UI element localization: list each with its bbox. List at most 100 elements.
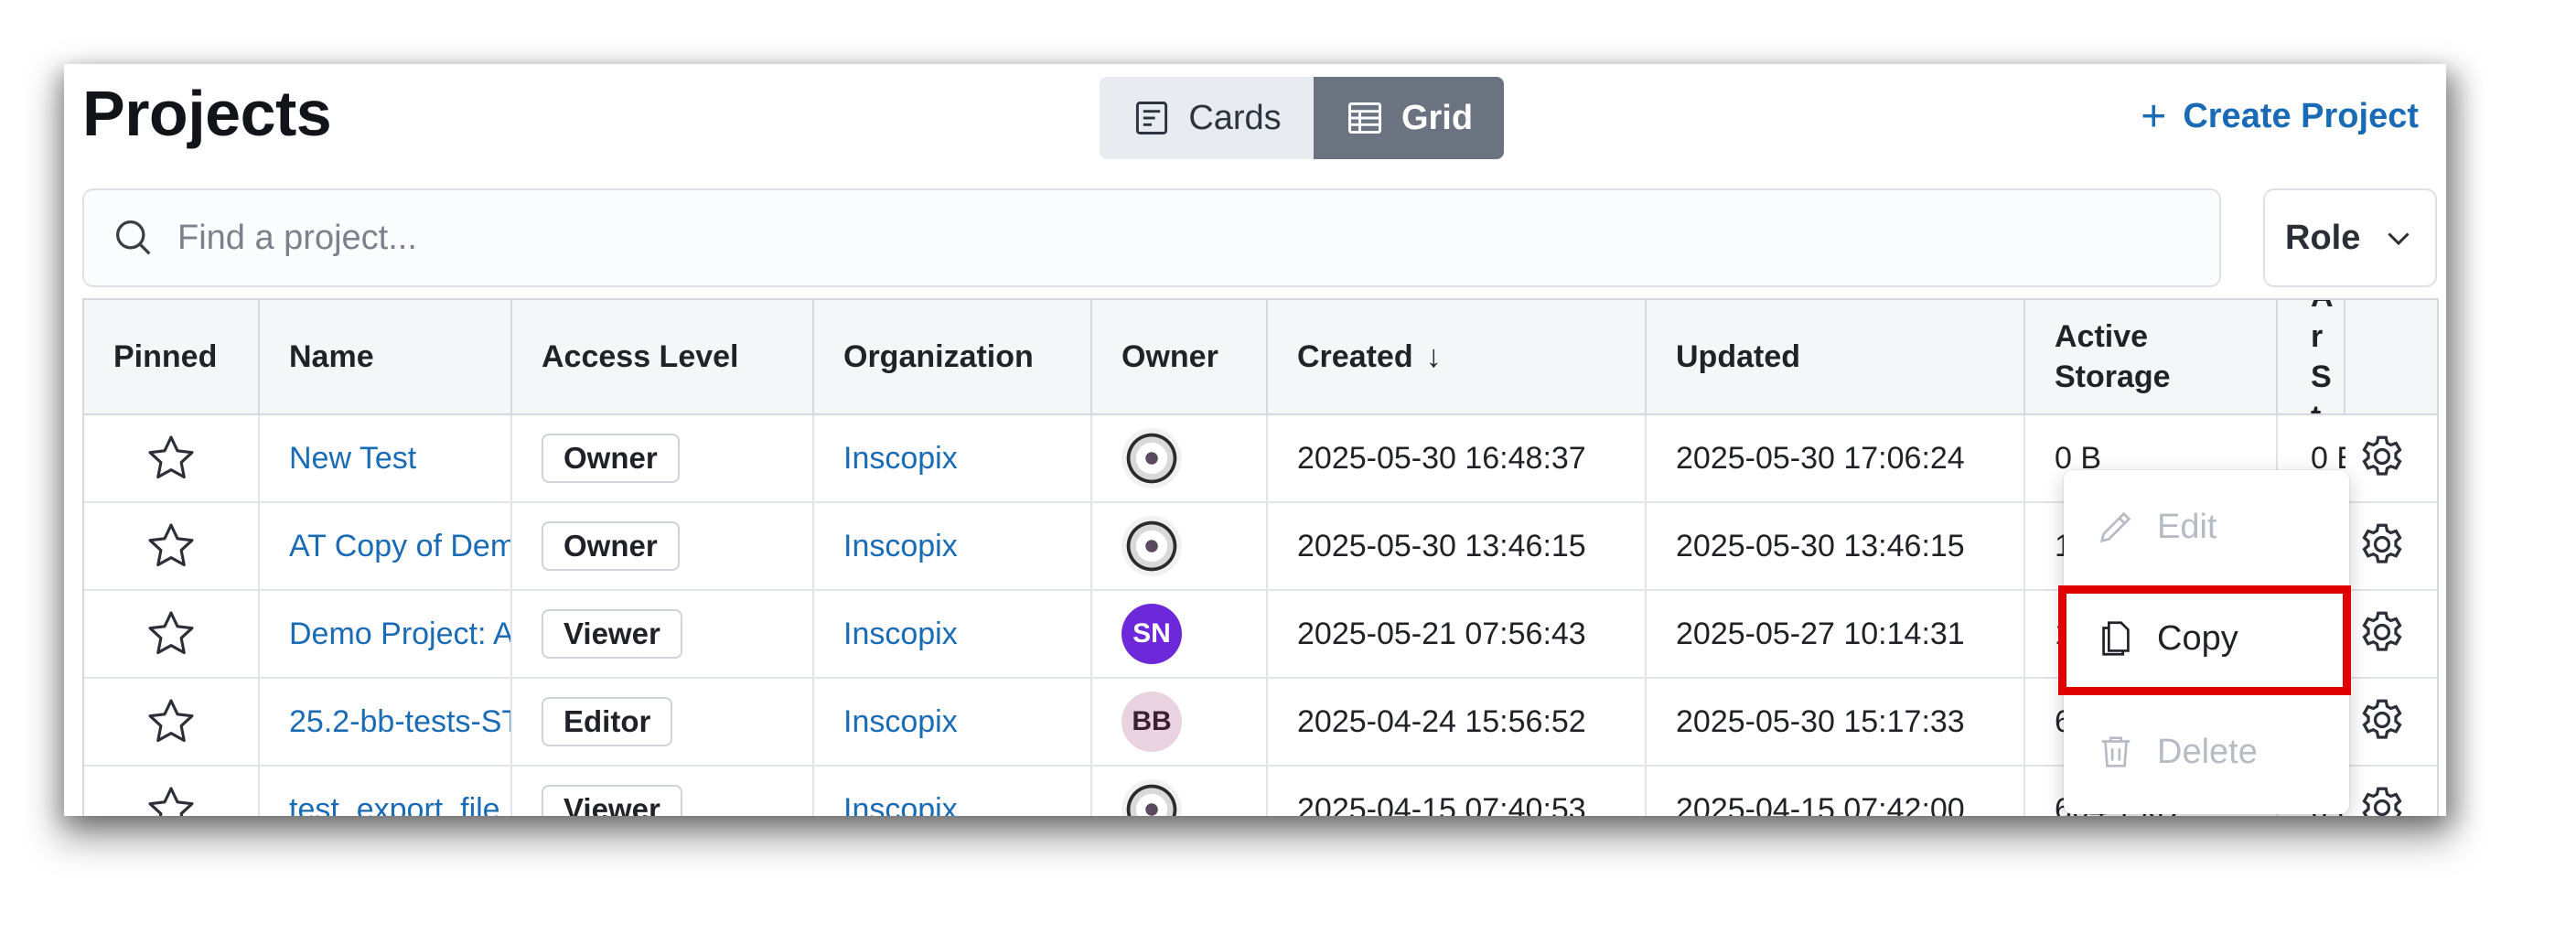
access-level-cell: Editor <box>512 679 814 765</box>
copy-highlight-box <box>2058 585 2351 695</box>
create-project-button[interactable]: + Create Project <box>2141 91 2419 141</box>
project-name-link[interactable]: test_export_file <box>289 792 500 817</box>
column-header-name[interactable]: Name <box>260 300 512 413</box>
star-icon <box>148 699 194 743</box>
create-project-label: Create Project <box>2183 97 2419 135</box>
updated-cell: 2025-05-30 15:17:33 <box>1647 679 2025 765</box>
star-icon <box>148 523 194 567</box>
pin-toggle[interactable] <box>84 767 260 816</box>
cards-icon <box>1136 102 1168 134</box>
organization-cell: Inscopix <box>814 679 1092 765</box>
project-name-cell: AT Copy of Dem <box>260 503 512 589</box>
created-cell: 2025-05-21 07:56:43 <box>1268 591 1647 677</box>
page-title: Projects <box>82 78 332 149</box>
created-header-label: Created <box>1297 339 1413 374</box>
pin-toggle[interactable] <box>84 415 260 501</box>
updated-cell: 2025-05-30 13:46:15 <box>1647 503 2025 589</box>
project-name-cell: 25.2-bb-tests-ST <box>260 679 512 765</box>
project-name-link[interactable]: 25.2-bb-tests-ST <box>289 704 510 740</box>
updated-cell: 2025-04-15 07:42:00 <box>1647 767 2025 816</box>
organization-link[interactable]: Inscopix <box>843 617 958 652</box>
column-header-organization[interactable]: Organization <box>814 300 1092 413</box>
active-storage-header-label: Active Storage <box>2055 319 2171 394</box>
gear-icon[interactable] <box>2355 783 2410 816</box>
updated-cell: 2025-05-30 17:06:24 <box>1647 415 2025 501</box>
avatar: SN <box>1122 604 1182 664</box>
gear-icon[interactable] <box>2355 695 2410 750</box>
project-name-cell: New Test <box>260 415 512 501</box>
grid-view-button[interactable]: Grid <box>1314 77 1504 159</box>
access-level-cell: Owner <box>512 415 814 501</box>
owner-cell: SN <box>1092 591 1268 677</box>
access-level-badge: Owner <box>542 434 680 483</box>
access-level-badge: Viewer <box>542 785 682 816</box>
view-toggle: Cards Grid <box>1100 77 1504 159</box>
organization-cell: Inscopix <box>814 503 1092 589</box>
access-level-badge: Owner <box>542 521 680 571</box>
access-level-cell: Owner <box>512 503 814 589</box>
created-cell: 2025-04-24 15:56:52 <box>1268 679 1647 765</box>
project-name-link[interactable]: AT Copy of Dem <box>289 529 510 564</box>
delete-menu-item[interactable]: Delete <box>2064 708 2349 796</box>
cards-view-button[interactable]: Cards <box>1100 77 1314 159</box>
plus-icon: + <box>2141 91 2167 141</box>
access-level-cell: Viewer <box>512 591 814 677</box>
created-cell: 2025-05-30 13:46:15 <box>1268 503 1647 589</box>
organization-cell: Inscopix <box>814 767 1092 816</box>
column-header-created[interactable]: Created ↓ <box>1268 300 1647 413</box>
trash-icon <box>2101 736 2131 767</box>
column-header-access-level[interactable]: Access Level <box>512 300 814 413</box>
column-header-archived-storage[interactable]: Ar St <box>2278 300 2345 413</box>
edit-menu-label: Edit <box>2157 507 2217 546</box>
organization-link[interactable]: Inscopix <box>843 792 958 817</box>
gear-icon[interactable] <box>2355 432 2410 487</box>
owner-cell <box>1092 415 1268 501</box>
column-header-pinned[interactable]: Pinned <box>84 300 260 413</box>
search-icon <box>116 220 151 255</box>
sort-descending-icon: ↓ <box>1425 339 1442 374</box>
chevron-down-icon <box>2388 232 2410 246</box>
owner-cell <box>1092 767 1268 816</box>
pin-toggle[interactable] <box>84 591 260 677</box>
created-cell: 2025-04-15 07:40:53 <box>1268 767 1647 816</box>
grid-icon <box>1347 102 1381 134</box>
created-cell: 2025-05-30 16:48:37 <box>1268 415 1647 501</box>
pencil-icon <box>2099 511 2131 543</box>
table-header: Pinned Name Access Level Organization Ow… <box>84 300 2437 415</box>
edit-menu-item[interactable]: Edit <box>2064 483 2349 571</box>
project-name-link[interactable]: New Test <box>289 441 416 477</box>
pin-toggle[interactable] <box>84 679 260 765</box>
role-filter-dropdown[interactable]: Role <box>2263 188 2437 287</box>
avatar: BB <box>1122 692 1182 752</box>
organization-cell: Inscopix <box>814 415 1092 501</box>
project-name-link[interactable]: Demo Project: A <box>289 617 510 652</box>
star-icon <box>148 435 194 479</box>
gear-icon[interactable] <box>2355 520 2410 574</box>
delete-menu-label: Delete <box>2157 732 2258 771</box>
access-level-badge: Viewer <box>542 609 682 659</box>
avatar <box>1122 516 1182 576</box>
star-icon <box>148 787 194 816</box>
project-name-cell: test_export_file <box>260 767 512 816</box>
archived-storage-header-label: Ar St <box>2311 300 2334 413</box>
owner-cell <box>1092 503 1268 589</box>
gear-icon[interactable] <box>2355 607 2410 662</box>
star-icon <box>148 611 194 655</box>
cards-view-label: Cards <box>1188 98 1282 137</box>
owner-cell: BB <box>1092 679 1268 765</box>
organization-link[interactable]: Inscopix <box>843 529 958 564</box>
pin-toggle[interactable] <box>84 503 260 589</box>
column-header-updated[interactable]: Updated <box>1647 300 2025 413</box>
grid-view-label: Grid <box>1401 98 1474 137</box>
access-level-badge: Editor <box>542 697 673 746</box>
avatar <box>1122 428 1182 488</box>
organization-link[interactable]: Inscopix <box>843 704 958 740</box>
screenshot-window: Projects Cards Grid + Create Project Rol… <box>64 64 2446 816</box>
access-level-cell: Viewer <box>512 767 814 816</box>
column-header-owner[interactable]: Owner <box>1092 300 1268 413</box>
column-header-active-storage[interactable]: Active Storage <box>2025 300 2278 413</box>
updated-cell: 2025-05-27 10:14:31 <box>1647 591 2025 677</box>
avatar <box>1122 779 1182 816</box>
search-input[interactable] <box>177 218 1824 258</box>
organization-link[interactable]: Inscopix <box>843 441 958 477</box>
